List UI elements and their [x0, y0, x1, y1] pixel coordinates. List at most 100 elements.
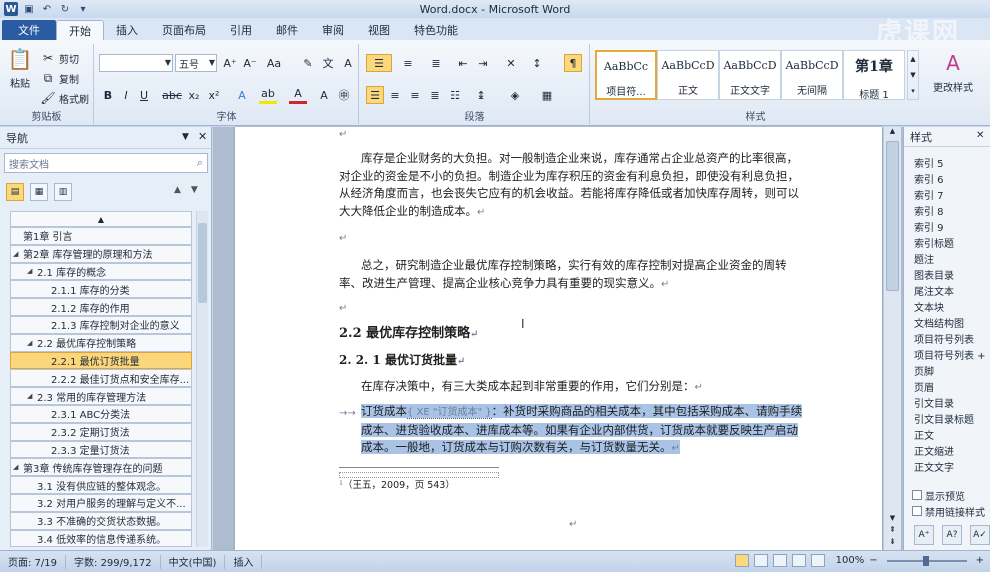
style-list-item[interactable]: 项目符号列表 + [914, 346, 990, 362]
nav-heading-item[interactable]: 2.3.1 ABC分类法 [10, 404, 192, 423]
change-case-button[interactable]: Aa [265, 54, 283, 72]
tab-review[interactable]: 审阅 [310, 20, 356, 40]
char-shading-button[interactable]: A [315, 86, 333, 104]
style-list-item[interactable]: 题注 [914, 250, 990, 266]
heading-2-2[interactable]: 2.2 最优库存控制策略↵ [339, 325, 479, 344]
font-size-combo[interactable]: 五号 ▼ [175, 54, 217, 72]
style-list-item[interactable]: 尾注文本 [914, 282, 990, 298]
page-indicator[interactable]: 页面: 7/19 [0, 554, 67, 569]
nav-heading-item[interactable]: 3.4 低效率的信息传递系统。 [10, 529, 192, 547]
chevron-down-icon[interactable]: ▼ [884, 514, 901, 522]
shrink-font-button[interactable]: A⁻ [241, 54, 259, 72]
paragraph-conclusion[interactable]: 总之，研究制造企业最优库存控制策略，实行有效的库存控制对提高企业资金的周转率、改… [339, 257, 805, 293]
zoom-in-icon[interactable]: + [976, 555, 984, 566]
style-list-item[interactable]: 索引 6 [914, 170, 990, 186]
close-icon[interactable]: ✕ [976, 130, 984, 141]
style-list-item[interactable]: 正文 [914, 426, 990, 442]
expand-toggle-icon[interactable]: ◢ [27, 267, 37, 275]
nav-search-input[interactable]: 搜索文档 ⌕ [4, 153, 208, 173]
nav-heading-item[interactable]: 第1章 引言 [10, 227, 192, 245]
zoom-out-icon[interactable]: − [869, 555, 877, 566]
previous-page-icon[interactable]: ⇞ [884, 525, 901, 534]
style-list-item[interactable]: 索引 5 [914, 154, 990, 170]
pages-view-icon[interactable]: ▦ [30, 183, 48, 201]
cut-button[interactable]: ✂ 剪切 [40, 50, 79, 66]
style-list-item[interactable]: 图表目录 [914, 266, 990, 282]
nav-heading-item[interactable]: 2.1.3 库存控制对企业的意义 [10, 315, 192, 334]
format-painter-button[interactable]: 🖌 格式刷 [40, 90, 89, 106]
nav-heading-item[interactable]: ◢ 2.1 库存的概念 [10, 262, 192, 281]
font-name-combo[interactable]: ▼ [99, 54, 173, 72]
outline-view-icon[interactable] [791, 554, 806, 567]
tab-view[interactable]: 视图 [356, 20, 402, 40]
font-color-button[interactable]: A [289, 86, 307, 104]
save-icon[interactable]: ▣ [22, 3, 36, 16]
heading-2-2-1[interactable]: 2. 2. 1 最优订货批量↵ [339, 352, 465, 371]
expand-toggle-icon[interactable]: ◢ [27, 392, 37, 400]
nav-heading-item[interactable]: ◢ 2.2 最优库存控制策略 [10, 333, 192, 352]
justify-button[interactable]: ≣ [426, 86, 444, 104]
scrollbar-thumb[interactable] [886, 141, 899, 291]
subscript-button[interactable]: x₂ [185, 86, 203, 104]
draft-view-icon[interactable] [810, 554, 825, 567]
headings-view-icon[interactable]: ▤ [6, 183, 24, 201]
zoom-slider[interactable] [886, 555, 967, 566]
tab-insert[interactable]: 插入 [104, 20, 150, 40]
redo-icon[interactable]: ↻ [58, 3, 72, 16]
bold-button[interactable]: B [99, 86, 117, 104]
strikethrough-button[interactable]: abc [162, 86, 182, 104]
new-style-icon[interactable]: A⁺ [914, 525, 934, 545]
style-inspector-icon[interactable]: A? [942, 525, 962, 545]
distributed-button[interactable]: ☷ [446, 86, 464, 104]
nav-heading-item[interactable]: 2.1.1 库存的分类 [10, 280, 192, 299]
align-right-button[interactable]: ≡ [406, 86, 424, 104]
scrollbar-thumb[interactable] [198, 223, 207, 303]
tab-references[interactable]: 引用 [218, 20, 264, 40]
nav-heading-item[interactable]: 2.2.2 最佳订货点和安全库存... [10, 369, 192, 388]
language-indicator[interactable]: 中文(中国) [161, 554, 226, 569]
style-no-spacing[interactable]: AaBbCcD 无间隔 [781, 50, 843, 100]
clear-formatting-button[interactable]: ✎ [299, 54, 317, 72]
style-list-item[interactable]: 项目符号列表 [914, 330, 990, 346]
document-page[interactable]: ↵ 库存是企业财务的大负担。对一般制造企业来说，库存通常占企业总资产的比率很高，… [235, 127, 882, 550]
customize-toolbar-icon[interactable]: ▾ [76, 3, 90, 16]
borders-button[interactable]: ▦ [538, 86, 556, 104]
paragraph-inventory-burden[interactable]: 库存是企业财务的大负担。对一般制造企业来说，库存通常占企业总资产的比率很高，对企… [339, 150, 805, 221]
expand-toggle-icon[interactable]: ◢ [27, 339, 37, 347]
expand-toggle-icon[interactable]: ◢ [13, 250, 23, 258]
line-spacing-button[interactable]: ↨ [472, 86, 490, 104]
decrease-indent-button[interactable]: ⇤ [454, 54, 472, 72]
chevron-down-icon[interactable]: ▼ [182, 132, 189, 142]
selected-text[interactable]: 订货成本{ XE "订货成本" }：补货时采购商品的相关成本，其中包括采购成本、… [361, 404, 803, 454]
search-icon[interactable]: ⌕ [197, 156, 203, 170]
paste-button[interactable]: 📋 粘贴 [6, 46, 34, 90]
style-list-item[interactable]: 页眉 [914, 378, 990, 394]
style-list-item[interactable]: 引文目录标题 [914, 410, 990, 426]
paragraph-three-costs[interactable]: 在库存决策中，有三大类成本起到非常重要的作用，它们分别是：↵ [361, 378, 801, 397]
copy-button[interactable]: ⧉ 复制 [40, 70, 79, 86]
web-layout-icon[interactable] [772, 554, 787, 567]
shading-button[interactable]: ◈ [506, 86, 524, 104]
chevron-up-icon[interactable]: ▲ [884, 127, 901, 139]
nav-heading-item[interactable]: 2.1.2 库存的作用 [10, 298, 192, 316]
zoom-slider-knob[interactable] [922, 555, 929, 566]
manage-styles-icon[interactable]: A✓ [970, 525, 990, 545]
style-list-item[interactable]: 引文目录 [914, 394, 990, 410]
text-effects-button[interactable]: A [233, 86, 251, 104]
next-page-icon[interactable]: ⇟ [884, 537, 901, 546]
print-layout-icon[interactable] [734, 554, 749, 567]
zoom-level[interactable]: 100% [836, 555, 865, 566]
style-list-item[interactable]: 文档结构图 [914, 314, 990, 330]
enclose-char-button[interactable]: ㊥ [335, 86, 353, 104]
style-bullet-list[interactable]: AaBbCc 项目符... [595, 50, 657, 100]
tab-home[interactable]: 开始 [56, 20, 104, 40]
multilevel-list-button[interactable]: ≣ [424, 54, 448, 72]
expand-toggle-icon[interactable]: ◢ [13, 463, 23, 471]
nav-heading-item[interactable]: 3.3 不准确的交货状态数据。 [10, 511, 192, 530]
style-body-text[interactable]: AaBbCcD 正文文字 [719, 50, 781, 100]
nav-heading-item[interactable]: 2.2.1 最优订货批量 [10, 351, 192, 370]
previous-heading-icon[interactable]: ▲ [174, 185, 191, 195]
tab-mailings[interactable]: 邮件 [264, 20, 310, 40]
close-icon[interactable]: ✕ [198, 130, 207, 143]
style-list-item[interactable]: 索引 9 [914, 218, 990, 234]
